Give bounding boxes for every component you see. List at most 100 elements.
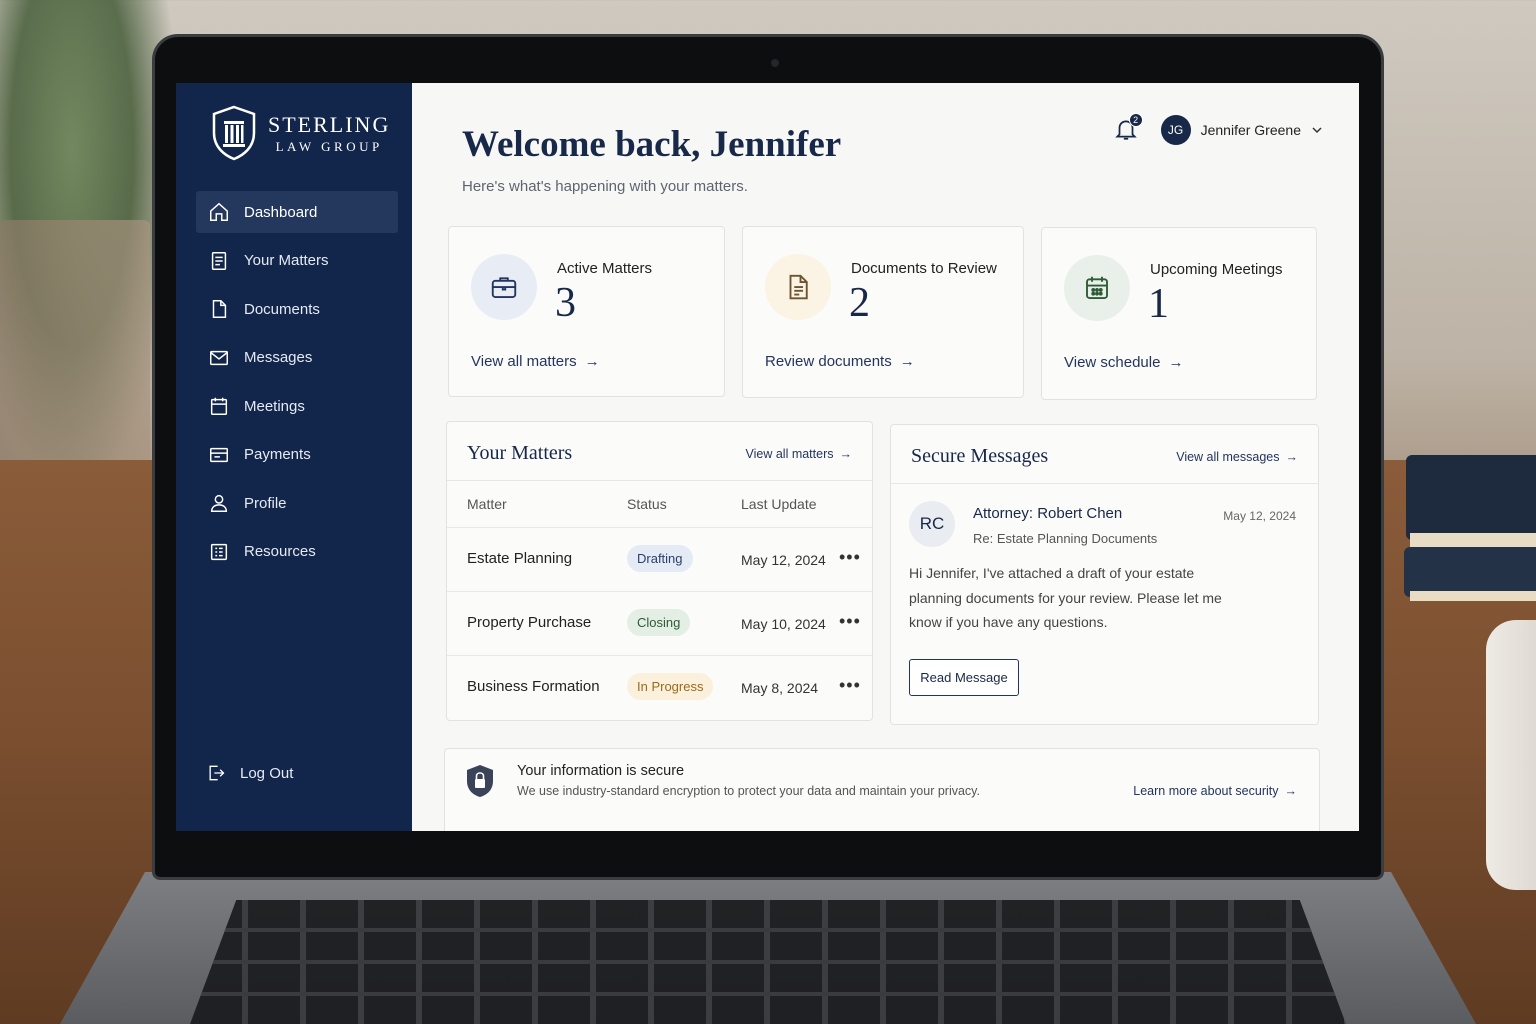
stat-label: Documents to Review — [851, 260, 997, 277]
briefcase-icon — [491, 277, 517, 298]
view-all-matters-link[interactable]: View all matters → — [471, 353, 600, 370]
grid-list-icon — [210, 543, 228, 560]
brand-logo: STERLING LAW GROUP — [210, 105, 390, 161]
envelope-icon — [210, 350, 228, 365]
screen: STERLING LAW GROUP Dashboard Your Matter… — [176, 83, 1359, 831]
view-all-matters-link[interactable]: View all matters → — [746, 447, 853, 461]
sidebar-item-documents[interactable]: Documents — [196, 288, 398, 330]
message-sender: Attorney: Robert Chen — [973, 505, 1123, 522]
more-options-icon[interactable]: ••• — [839, 547, 861, 568]
messages-title: Secure Messages — [911, 445, 1049, 467]
arrow-right-icon: → — [584, 353, 600, 370]
status-badge: Drafting — [627, 545, 693, 572]
user-menu[interactable]: JG Jennifer Greene — [1160, 115, 1323, 145]
sidebar-item-dashboard[interactable]: Dashboard — [196, 191, 398, 233]
shield-logo-icon — [212, 105, 256, 161]
learn-more-security-link[interactable]: Learn more about security → — [1133, 784, 1297, 798]
sidebar-item-your-matters[interactable]: Your Matters — [196, 240, 398, 282]
mug — [1486, 620, 1536, 890]
sidebar-item-messages[interactable]: Messages — [196, 337, 398, 379]
arrow-right-icon: → — [1285, 450, 1299, 464]
message-subject: Re: Estate Planning Documents — [973, 531, 1158, 546]
topbar: 2 JG Jennifer Greene — [1113, 113, 1323, 145]
sidebar-item-label: Dashboard — [244, 203, 318, 221]
user-name: Jennifer Greene — [1200, 122, 1301, 138]
books — [1401, 455, 1536, 645]
sidebar-item-label: Documents — [244, 300, 320, 318]
camera — [771, 59, 779, 67]
sidebar-nav: Dashboard Your Matters Documents Message… — [196, 191, 398, 579]
view-all-messages-link[interactable]: View all messages → — [1176, 450, 1298, 464]
table-row[interactable]: Property Purchase Closing May 10, 2024 •… — [447, 591, 872, 655]
read-message-button[interactable]: Read Message — [909, 659, 1019, 696]
message-body: Hi Jennifer, I've attached a draft of yo… — [909, 565, 1222, 630]
stat-label: Active Matters — [557, 260, 653, 277]
chevron-down-icon — [1312, 127, 1322, 134]
review-documents-link[interactable]: Review documents → — [765, 353, 915, 370]
stat-card-meetings: Upcoming Meetings 1 View schedule → — [1041, 227, 1317, 400]
last-update: May 10, 2024 — [741, 616, 826, 632]
sidebar-item-profile[interactable]: Profile — [196, 482, 398, 524]
sidebar-item-meetings[interactable]: Meetings — [196, 385, 398, 427]
security-description: We use industry-standard encryption to p… — [517, 784, 980, 798]
status-badge: Closing — [627, 609, 691, 636]
home-icon — [210, 202, 228, 221]
logout-button[interactable]: Log Out — [206, 763, 293, 783]
page-subtitle: Here's what's happening with your matter… — [462, 178, 748, 195]
stat-icon-bg — [471, 254, 537, 320]
stat-icon-bg — [765, 254, 831, 320]
stat-value: 3 — [555, 280, 576, 326]
table-row[interactable]: Estate Planning Drafting May 12, 2024 ••… — [447, 527, 872, 591]
notifications-button[interactable]: 2 — [1113, 113, 1143, 144]
receipt-icon — [210, 447, 228, 462]
matters-panel: Your Matters View all matters → Matter St… — [446, 421, 873, 721]
stat-card-active-matters: Active Matters 3 View all matters → — [448, 226, 725, 397]
more-options-icon[interactable]: ••• — [839, 611, 861, 632]
column-header: Last Update — [741, 496, 817, 512]
sidebar-item-payments[interactable]: Payments — [196, 434, 398, 476]
matters-title: Your Matters — [467, 442, 573, 464]
arrow-right-icon: → — [1284, 784, 1298, 798]
file-icon — [212, 300, 227, 318]
view-schedule-link[interactable]: View schedule → — [1064, 354, 1183, 371]
last-update: May 12, 2024 — [741, 552, 826, 568]
sidebar-item-label: Messages — [244, 349, 313, 366]
table-row[interactable]: Business Formation In Progress May 8, 20… — [447, 655, 872, 719]
stat-card-documents: Documents to Review 2 Review documents → — [742, 226, 1024, 398]
column-header: Matter — [467, 496, 507, 512]
matter-name: Property Purchase — [467, 614, 592, 631]
stat-value: 2 — [849, 280, 870, 326]
sidebar-item-label: Payments — [244, 446, 311, 463]
arrow-right-icon: → — [839, 447, 853, 461]
matter-name: Business Formation — [467, 678, 600, 695]
more-options-icon[interactable]: ••• — [839, 675, 861, 696]
avatar: RC — [909, 501, 955, 547]
document-icon — [789, 274, 808, 300]
logout-label: Log Out — [240, 764, 294, 782]
matter-name: Estate Planning — [467, 550, 573, 567]
background-pot — [0, 220, 150, 500]
list-document-icon — [211, 251, 227, 270]
last-update: May 8, 2024 — [741, 680, 819, 696]
brand-sub: LAW GROUP — [275, 138, 383, 154]
arrow-right-icon: → — [899, 353, 915, 370]
avatar: JG — [1160, 115, 1191, 145]
calendar-icon — [1086, 276, 1108, 299]
security-banner: Your information is secure We use indust… — [444, 748, 1320, 831]
stat-label: Upcoming Meetings — [1150, 261, 1283, 278]
status-badge: In Progress — [627, 673, 714, 700]
sidebar-item-label: Profile — [244, 494, 287, 512]
brand-name: STERLING — [268, 111, 391, 137]
sidebar-item-label: Resources — [244, 543, 316, 560]
sidebar-item-label: Your Matters — [244, 252, 329, 269]
page-title: Welcome back, Jennifer — [462, 124, 842, 165]
sidebar: STERLING LAW GROUP Dashboard Your Matter… — [176, 83, 412, 831]
message-date: May 12, 2024 — [1223, 509, 1296, 523]
lock-shield-icon — [467, 765, 493, 797]
messages-panel: Secure Messages View all messages → RC At… — [890, 424, 1319, 725]
arrow-right-icon: → — [1168, 354, 1184, 371]
stat-icon-bg — [1064, 255, 1130, 321]
sidebar-item-label: Meetings — [244, 397, 305, 415]
sidebar-item-resources[interactable]: Resources — [196, 531, 398, 573]
user-icon — [210, 494, 228, 512]
